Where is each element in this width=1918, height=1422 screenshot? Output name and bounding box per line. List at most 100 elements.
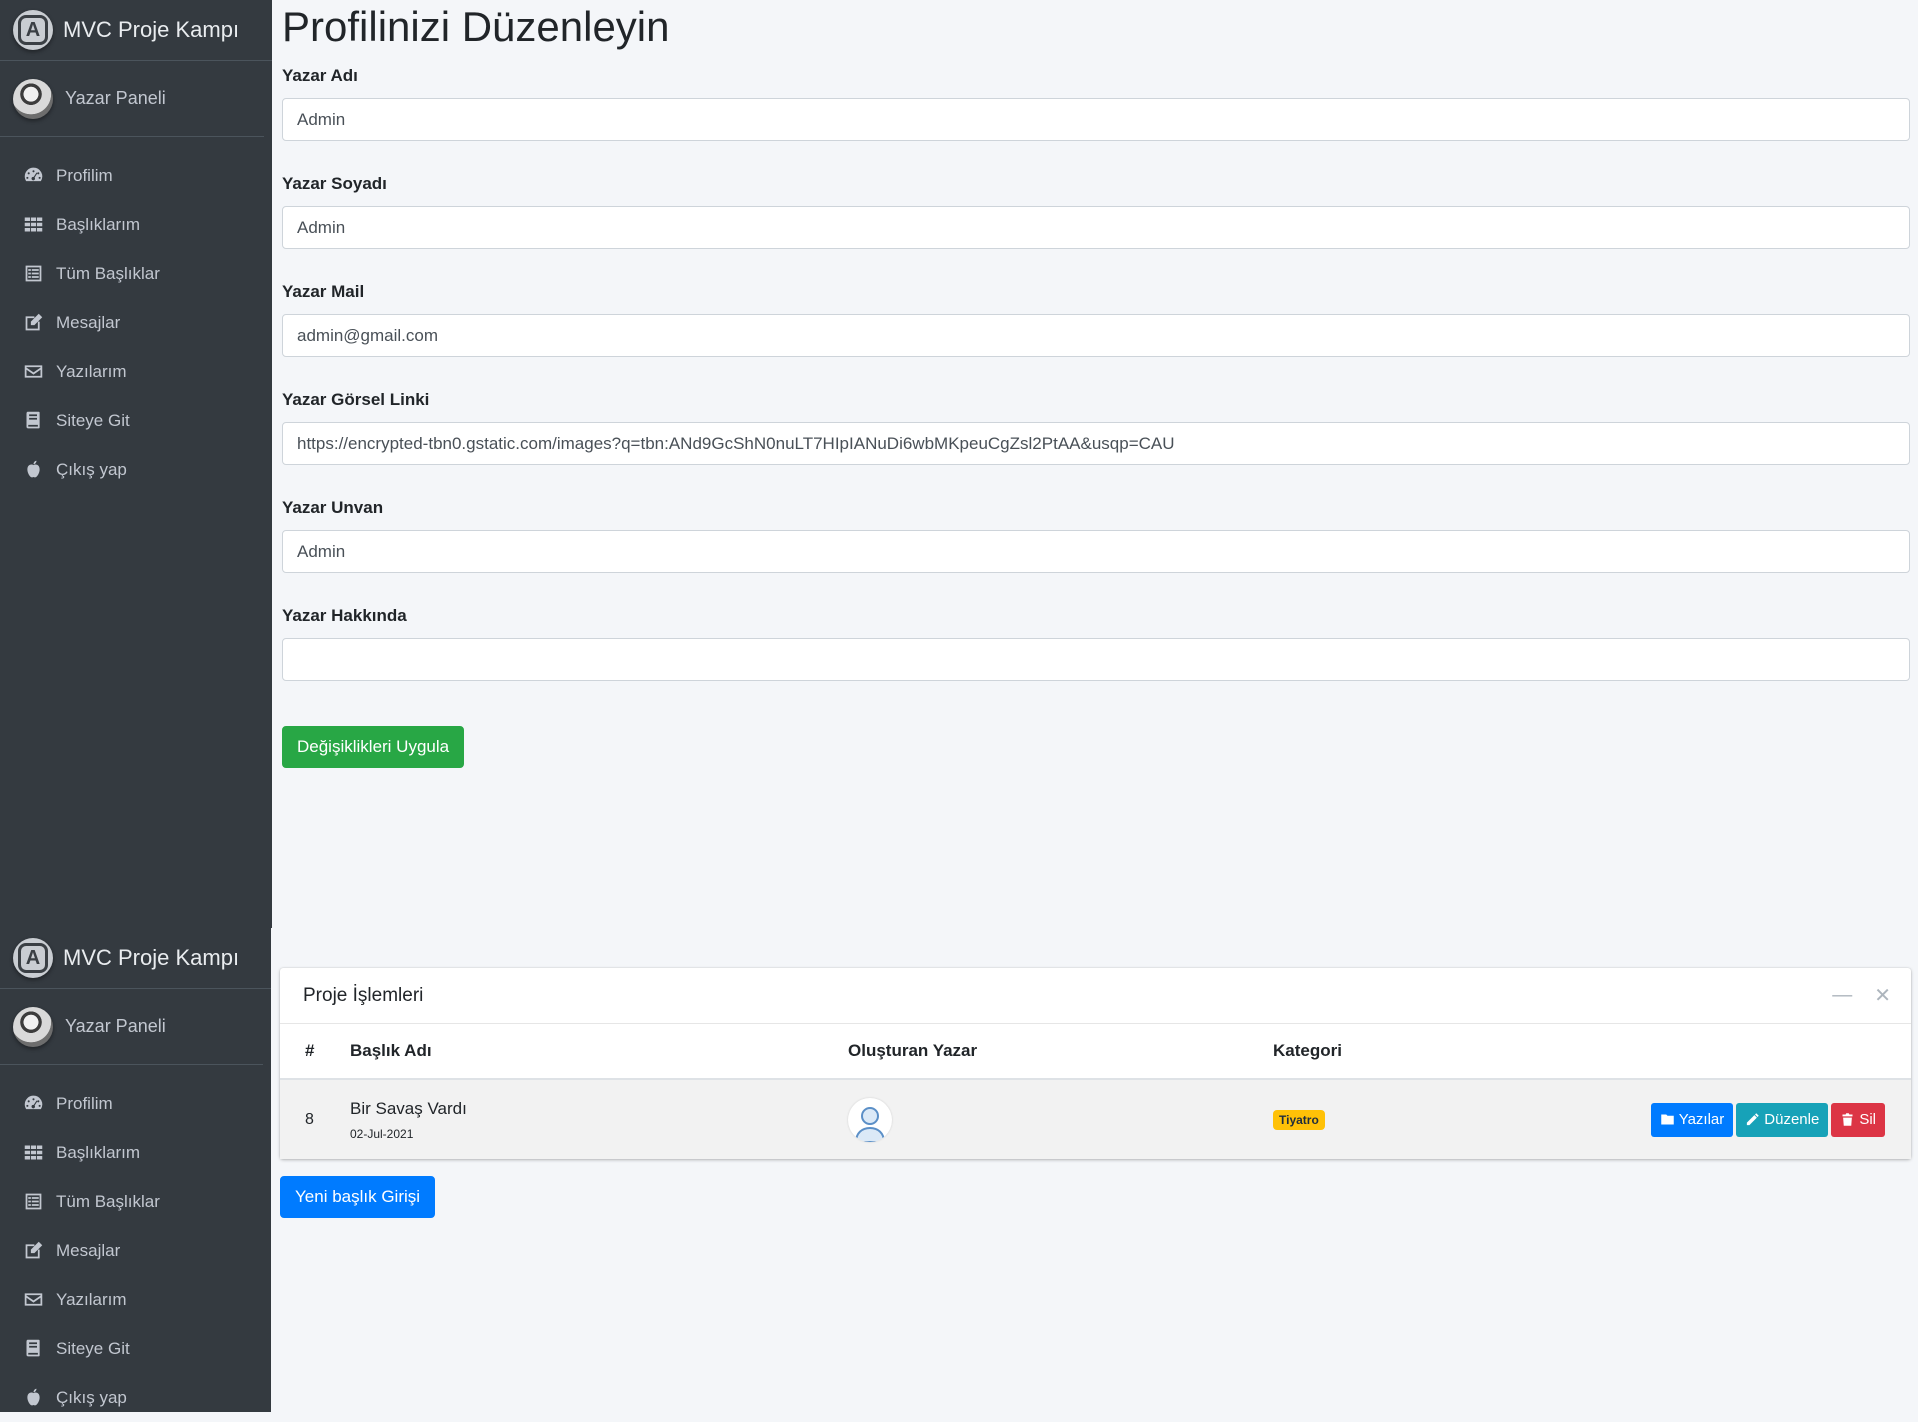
envelope-icon xyxy=(22,1289,44,1311)
row-actions-cell: Yazılar Düzenle Sil xyxy=(1453,1079,1911,1159)
collapse-icon[interactable]: — xyxy=(1832,984,1852,1007)
sidebar-item-basliklarim[interactable]: Başlıklarım xyxy=(0,1128,271,1177)
yazar-gorsel-input[interactable] xyxy=(282,422,1910,465)
sidebar-item-siteye-git[interactable]: Siteye Git xyxy=(0,396,272,445)
apple-icon xyxy=(22,459,44,481)
yazar-unvan-input[interactable] xyxy=(282,530,1910,573)
column-header-category: Kategori xyxy=(1248,1024,1453,1080)
sidebar-item-siteye-git[interactable]: Siteye Git xyxy=(0,1324,271,1373)
sidebar-item-tum-basliklar[interactable]: Tüm Başlıklar xyxy=(0,1177,271,1226)
apply-changes-button[interactable]: Değişiklikleri Uygula xyxy=(282,726,465,768)
sidebar-item-basliklarim[interactable]: Başlıklarım xyxy=(0,200,272,249)
row-title: Bir Savaş Vardı xyxy=(350,1098,467,1118)
card-tools: — ✕ xyxy=(1832,983,1891,1008)
sidebar-item-profilim[interactable]: Profilim xyxy=(0,151,272,200)
edit-button[interactable]: Düzenle xyxy=(1736,1102,1829,1137)
edit-icon xyxy=(22,312,44,334)
user-panel[interactable]: Yazar Paneli xyxy=(0,989,263,1065)
form-group-hakkinda: Yazar Hakkında xyxy=(282,604,1910,681)
sidebar-item-label: Yazılarım xyxy=(56,1289,127,1309)
field-label: Yazar Soyadı xyxy=(282,174,387,193)
sidebar-item-label: Başlıklarım xyxy=(56,1142,141,1162)
sidebar-item-mesajlar[interactable]: Mesajlar xyxy=(0,298,272,347)
row-author-cell xyxy=(823,1079,1248,1159)
sidebar-nav: Profilim Başlıklarım Tüm Başlıklar Mesaj… xyxy=(0,137,272,494)
sidebar-item-label: Tüm Başlıklar xyxy=(56,1191,160,1211)
avatar xyxy=(13,1006,53,1047)
close-icon[interactable]: ✕ xyxy=(1874,983,1891,1008)
delete-button-label: Sil xyxy=(1859,1111,1876,1128)
posts-button-label: Yazılar xyxy=(1678,1111,1725,1128)
dashboard-icon xyxy=(22,1093,44,1115)
field-label: Yazar Adı xyxy=(282,66,358,85)
sidebar-bottom: A MVC Proje Kampı Yazar Paneli Profilim … xyxy=(0,928,271,1412)
posts-button[interactable]: Yazılar xyxy=(1650,1102,1734,1137)
form-group-soyad: Yazar Soyadı xyxy=(282,172,1910,249)
sidebar-item-mesajlar[interactable]: Mesajlar xyxy=(0,1226,271,1275)
user-panel-name: Yazar Paneli xyxy=(65,88,166,108)
yazar-mail-input[interactable] xyxy=(282,314,1910,357)
brand-link[interactable]: A MVC Proje Kampı xyxy=(0,928,271,989)
sidebar-item-tum-basliklar[interactable]: Tüm Başlıklar xyxy=(0,249,272,298)
sidebar-item-label: Siteye Git xyxy=(56,1338,130,1358)
sidebar-item-label: Profilim xyxy=(56,1093,113,1113)
row-title-cell: Bir Savaş Vardı 02-Jul-2021 xyxy=(325,1079,823,1159)
row-id: 8 xyxy=(280,1079,325,1159)
book-icon xyxy=(22,410,44,432)
user-panel-name: Yazar Paneli xyxy=(65,1016,166,1036)
sidebar-item-label: Tüm Başlıklar xyxy=(56,263,160,283)
new-title-button[interactable]: Yeni başlık Girişi xyxy=(280,1176,436,1218)
sidebar-item-yazilarim[interactable]: Yazılarım xyxy=(0,1275,271,1324)
envelope-icon xyxy=(22,361,44,383)
column-header-id: # xyxy=(280,1024,325,1080)
brand-link[interactable]: A MVC Proje Kampı xyxy=(0,0,272,61)
page-title: Profilinizi Düzenleyin xyxy=(282,3,670,50)
row-actions: Yazılar Düzenle Sil xyxy=(1478,1102,1911,1137)
sidebar-item-label: Profilim xyxy=(56,165,113,185)
list-icon xyxy=(22,1191,44,1213)
sidebar-item-label: Mesajlar xyxy=(56,1240,121,1260)
form-group-gorsel: Yazar Görsel Linki xyxy=(282,388,1910,465)
user-panel[interactable]: Yazar Paneli xyxy=(0,61,264,137)
folder-icon xyxy=(1660,1114,1674,1125)
table-row: 8 Bir Savaş Vardı 02-Jul-2021 Tiyatro Ya… xyxy=(280,1079,1911,1159)
column-header-author: Oluşturan Yazar xyxy=(823,1024,1248,1080)
projects-table: # Başlık Adı Oluşturan Yazar Kategori 8 … xyxy=(280,1024,1911,1159)
pencil-icon xyxy=(1747,1113,1760,1126)
grid-icon xyxy=(22,214,44,236)
sidebar-top: A MVC Proje Kampı Yazar Paneli Profilim … xyxy=(0,0,272,928)
sidebar-item-cikis[interactable]: Çıkış yap xyxy=(0,445,272,494)
field-label: Yazar Mail xyxy=(282,282,365,301)
sidebar-item-yazilarim[interactable]: Yazılarım xyxy=(0,347,272,396)
projects-section: Proje İşlemleri — ✕ # Başlık Adı Oluştur… xyxy=(280,968,1911,1218)
table-header-row: # Başlık Adı Oluşturan Yazar Kategori xyxy=(280,1024,1911,1080)
column-header-title: Başlık Adı xyxy=(325,1024,823,1080)
grid-icon xyxy=(22,1142,44,1164)
yazar-adi-input[interactable] xyxy=(282,98,1910,141)
form-group-ad: Yazar Adı xyxy=(282,64,1910,141)
sidebar-item-label: Mesajlar xyxy=(56,312,121,332)
card-title: Proje İşlemleri xyxy=(303,984,424,1006)
sidebar-item-label: Yazılarım xyxy=(56,361,127,381)
field-label: Yazar Görsel Linki xyxy=(282,390,430,409)
category-badge: Tiyatro xyxy=(1273,1109,1325,1130)
card-header: Proje İşlemleri — ✕ xyxy=(280,968,1911,1024)
yazar-hakkinda-input[interactable] xyxy=(282,638,1910,681)
trash-icon xyxy=(1842,1113,1853,1126)
list-icon xyxy=(22,263,44,285)
yazar-soyadi-input[interactable] xyxy=(282,206,1910,249)
projects-card: Proje İşlemleri — ✕ # Başlık Adı Oluştur… xyxy=(280,968,1911,1159)
form-group-unvan: Yazar Unvan xyxy=(282,496,1910,573)
author-avatar-icon xyxy=(848,1097,892,1142)
sidebar-item-label: Çıkış yap xyxy=(56,1387,127,1407)
avatar xyxy=(13,78,53,119)
dashboard-icon xyxy=(22,165,44,187)
brand-logo-icon: A xyxy=(13,938,53,978)
sidebar-item-profilim[interactable]: Profilim xyxy=(0,1079,271,1128)
sidebar-item-cikis[interactable]: Çıkış yap xyxy=(0,1373,271,1422)
row-category-cell: Tiyatro xyxy=(1248,1079,1453,1159)
apple-icon xyxy=(22,1387,44,1409)
delete-button[interactable]: Sil xyxy=(1831,1102,1885,1137)
edit-button-label: Düzenle xyxy=(1764,1111,1820,1128)
column-header-actions xyxy=(1453,1024,1911,1080)
